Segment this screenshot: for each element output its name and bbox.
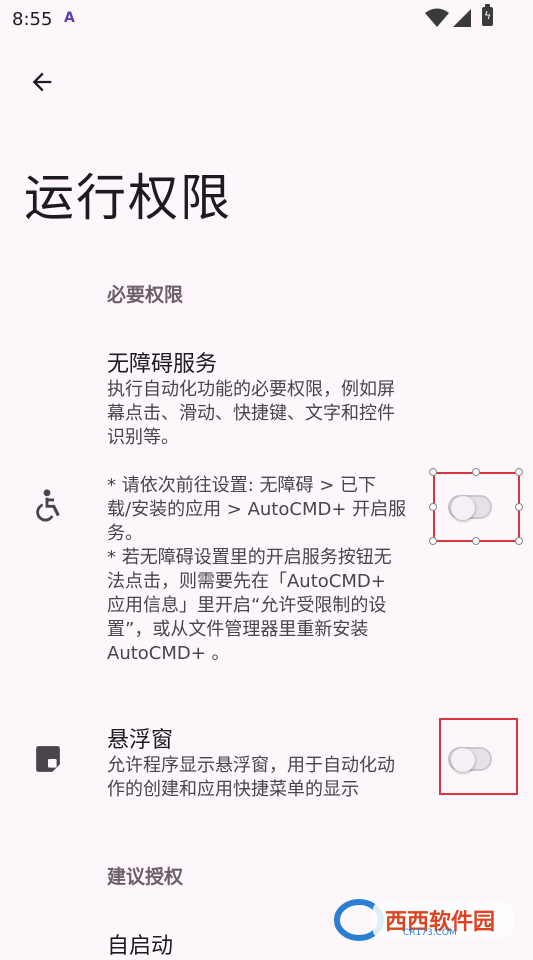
back-button[interactable]	[26, 66, 58, 98]
overlay-toggle[interactable]	[448, 747, 492, 772]
picture-in-picture-icon	[36, 746, 60, 772]
autostart-title[interactable]: 自启动	[107, 928, 173, 960]
accessibility-title: 无障碍服务	[107, 352, 218, 377]
resize-handle[interactable]	[472, 468, 480, 476]
status-time: 8:55	[12, 9, 53, 30]
accessibility-icon	[36, 489, 60, 522]
section-header-required: 必要权限	[107, 284, 184, 306]
wifi-icon	[425, 8, 449, 27]
overlay-description: 允许程序显示悬浮窗，用于自动化动 作的创建和应用快捷菜单的显示	[107, 755, 395, 800]
toggle-knob	[451, 748, 475, 772]
toggle-knob	[451, 496, 475, 520]
accessibility-description: 执行自动化功能的必要权限，例如屏 幕点击、滑动、快捷键、文字和控件 识别等。 *…	[107, 379, 407, 664]
battery-icon: ϟ	[482, 4, 493, 26]
resize-handle[interactable]	[429, 468, 437, 476]
watermark-subtext: CR173.COM	[403, 928, 457, 938]
accessibility-toggle[interactable]	[448, 495, 492, 520]
overlay-title: 悬浮窗	[107, 728, 174, 753]
resize-handle[interactable]	[429, 503, 437, 511]
resize-handle[interactable]	[515, 537, 523, 545]
signal-icon	[453, 9, 471, 27]
page-title: 运行权限	[24, 169, 232, 227]
arrow-back-icon	[32, 72, 52, 92]
resize-handle[interactable]	[472, 537, 480, 545]
app-notification-icon: A	[64, 10, 75, 26]
section-header-suggested: 建议授权	[107, 866, 184, 888]
resize-handle[interactable]	[515, 468, 523, 476]
resize-handle[interactable]	[515, 503, 523, 511]
watermark-logo: 西西软件园 CR173.COM	[333, 898, 515, 942]
resize-handle[interactable]	[429, 537, 437, 545]
